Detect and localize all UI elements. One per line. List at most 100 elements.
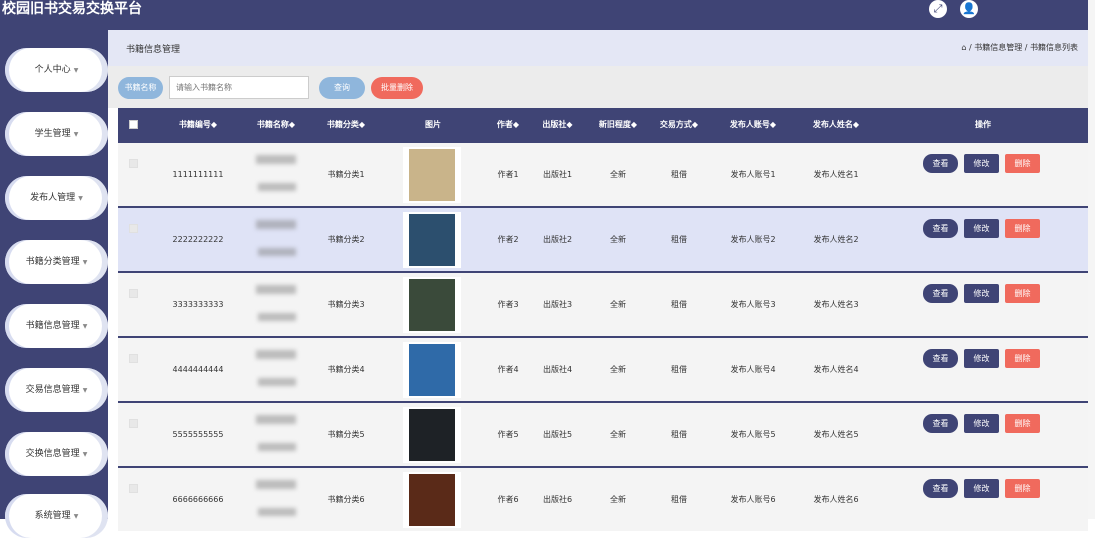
row-checkbox[interactable] (129, 484, 138, 493)
redacted-book-name (258, 248, 296, 256)
row-checkbox[interactable] (129, 354, 138, 363)
edit-button[interactable]: 修改 (964, 479, 999, 498)
cell-book-id: 6666666666 (172, 495, 224, 504)
breadcrumb[interactable]: ⌂ / 书籍信息管理 / 书籍信息列表 (961, 42, 1078, 53)
book-cover-image (403, 147, 461, 203)
table-header: 书籍编号◆ 书籍名称◆ 书籍分类◆ 图片 作者◆ 出版社◆ 新旧程度◆ 交易方式… (118, 108, 1088, 142)
book-cover-image (403, 472, 461, 528)
table-row[interactable]: 1111111111 书籍分类1 作者1 出版社1 全新 租借 发布人账号1 发布人姓名1 查看… (118, 143, 1088, 206)
view-button[interactable]: 查看 (923, 414, 958, 433)
view-button[interactable]: 查看 (923, 219, 958, 238)
book-cover-art (409, 279, 455, 331)
view-button[interactable]: 查看 (923, 154, 958, 173)
chevron-down-icon: ▼ (82, 259, 88, 266)
edit-button[interactable]: 修改 (964, 349, 999, 368)
book-cover-image (403, 407, 461, 463)
delete-button[interactable]: 删除 (1005, 479, 1040, 498)
table-row[interactable]: 2222222222 书籍分类2 作者2 出版社2 全新 租借 发布人账号2 发布人姓名2 查看… (118, 208, 1088, 271)
col-publisher[interactable]: 出版社◆ (530, 108, 585, 142)
batch-delete-button[interactable]: 批量删除 (371, 77, 423, 99)
redacted-book-name (256, 480, 296, 489)
delete-button[interactable]: 删除 (1005, 219, 1040, 238)
cell-author: 作者6 (497, 495, 519, 504)
edit-button[interactable]: 修改 (964, 414, 999, 433)
cell-condition: 全新 (610, 170, 626, 179)
col-trade-method[interactable]: 交易方式◆ (649, 108, 709, 142)
col-publisher-name[interactable]: 发布人姓名◆ (801, 108, 871, 142)
table-row[interactable]: 5555555555 书籍分类5 作者5 出版社5 全新 租借 发布人账号5 发布人姓名5 查看… (118, 403, 1088, 466)
chevron-down-icon: ▼ (73, 67, 79, 74)
chevron-down-icon: ▼ (78, 195, 83, 202)
table-row[interactable]: 6666666666 书籍分类6 作者6 出版社6 全新 租借 发布人账号6 发布人姓名6 查看… (118, 468, 1088, 531)
delete-button[interactable]: 删除 (1005, 154, 1040, 173)
cell-condition: 全新 (610, 235, 626, 244)
table-row[interactable]: 3333333333 书籍分类3 作者3 出版社3 全新 租借 发布人账号3 发布人姓名3 查看… (118, 273, 1088, 336)
top-bar: 校园旧书交易交换平台 ⤢ 👤 (0, 0, 1088, 30)
cell-trade-method: 租借 (671, 300, 687, 309)
cell-author: 作者4 (497, 365, 519, 374)
edit-button[interactable]: 修改 (964, 154, 999, 173)
search-label: 书籍名称 (118, 77, 163, 99)
cell-trade-method: 租借 (671, 235, 687, 244)
search-button[interactable]: 查询 (319, 77, 365, 99)
sidebar-item-7[interactable]: 系统管理 ▼ (5, 494, 108, 538)
fullscreen-icon[interactable]: ⤢ (929, 0, 947, 18)
edit-button[interactable]: 修改 (964, 219, 999, 238)
user-icon[interactable]: 👤 (960, 0, 978, 18)
row-checkbox[interactable] (129, 224, 138, 233)
table-row[interactable]: 4444444444 书籍分类4 作者4 出版社4 全新 租借 发布人账号4 发布人姓名4 查看… (118, 338, 1088, 401)
delete-button[interactable]: 删除 (1005, 414, 1040, 433)
cell-publisher-name: 发布人姓名5 (813, 430, 859, 439)
view-button[interactable]: 查看 (923, 284, 958, 303)
row-checkbox[interactable] (129, 159, 138, 168)
sidebar-item-5[interactable]: 交易信息管理 ▼ (5, 368, 108, 412)
col-author[interactable]: 作者◆ (483, 108, 533, 142)
view-button[interactable]: 查看 (923, 479, 958, 498)
sidebar-item-1[interactable]: 学生管理 ▼ (5, 112, 108, 156)
sidebar-item-2[interactable]: 发布人管理 ▼ (5, 176, 108, 220)
page-title: 书籍信息管理 (126, 45, 181, 55)
books-table: 书籍编号◆ 书籍名称◆ 书籍分类◆ 图片 作者◆ 出版社◆ 新旧程度◆ 交易方式… (118, 108, 1088, 531)
sidebar-item-label: 交换信息管理 (25, 449, 80, 459)
book-cover-art (409, 344, 455, 396)
book-cover-art (409, 409, 455, 461)
col-condition[interactable]: 新旧程度◆ (588, 108, 648, 142)
cell-condition: 全新 (610, 430, 626, 439)
cell-condition: 全新 (610, 495, 626, 504)
col-category[interactable]: 书籍分类◆ (316, 108, 376, 142)
cell-trade-method: 租借 (671, 170, 687, 179)
cell-category: 书籍分类5 (327, 430, 365, 439)
col-publisher-account[interactable]: 发布人账号◆ (718, 108, 788, 142)
edit-button[interactable]: 修改 (964, 284, 999, 303)
select-all-checkbox[interactable] (129, 120, 138, 129)
sidebar-item-0[interactable]: 个人中心 ▼ (5, 48, 108, 92)
chevron-down-icon: ▼ (82, 387, 88, 394)
sidebar-item-label: 发布人管理 (30, 193, 76, 203)
redacted-book-name (256, 285, 296, 294)
search-input[interactable] (169, 76, 309, 99)
delete-button[interactable]: 删除 (1005, 349, 1040, 368)
view-button[interactable]: 查看 (923, 349, 958, 368)
col-image: 图片 (425, 120, 441, 129)
cell-publisher: 出版社6 (542, 495, 573, 504)
col-book-id[interactable]: 书籍编号◆ (168, 108, 228, 142)
sidebar-item-label: 个人中心 (34, 65, 71, 75)
sidebar-item-3[interactable]: 书籍分类管理 ▼ (5, 240, 108, 284)
redacted-book-name (256, 220, 296, 229)
cell-publisher: 出版社4 (542, 365, 573, 374)
delete-button[interactable]: 删除 (1005, 284, 1040, 303)
col-book-name[interactable]: 书籍名称◆ (246, 108, 306, 142)
app-title: 校园旧书交易交换平台 (2, 1, 142, 17)
cell-category: 书籍分类4 (327, 365, 365, 374)
row-checkbox[interactable] (129, 419, 138, 428)
cell-author: 作者5 (497, 430, 519, 439)
cell-publisher-name: 发布人姓名2 (813, 235, 859, 244)
cell-publisher-account: 发布人账号4 (730, 365, 776, 374)
sidebar-item-6[interactable]: 交换信息管理 ▼ (5, 432, 108, 476)
cell-book-id: 3333333333 (172, 300, 224, 309)
sidebar-item-4[interactable]: 书籍信息管理 ▼ (5, 304, 108, 348)
cell-author: 作者2 (497, 235, 519, 244)
redacted-book-name (258, 508, 296, 516)
cell-author: 作者3 (497, 300, 519, 309)
row-checkbox[interactable] (129, 289, 138, 298)
